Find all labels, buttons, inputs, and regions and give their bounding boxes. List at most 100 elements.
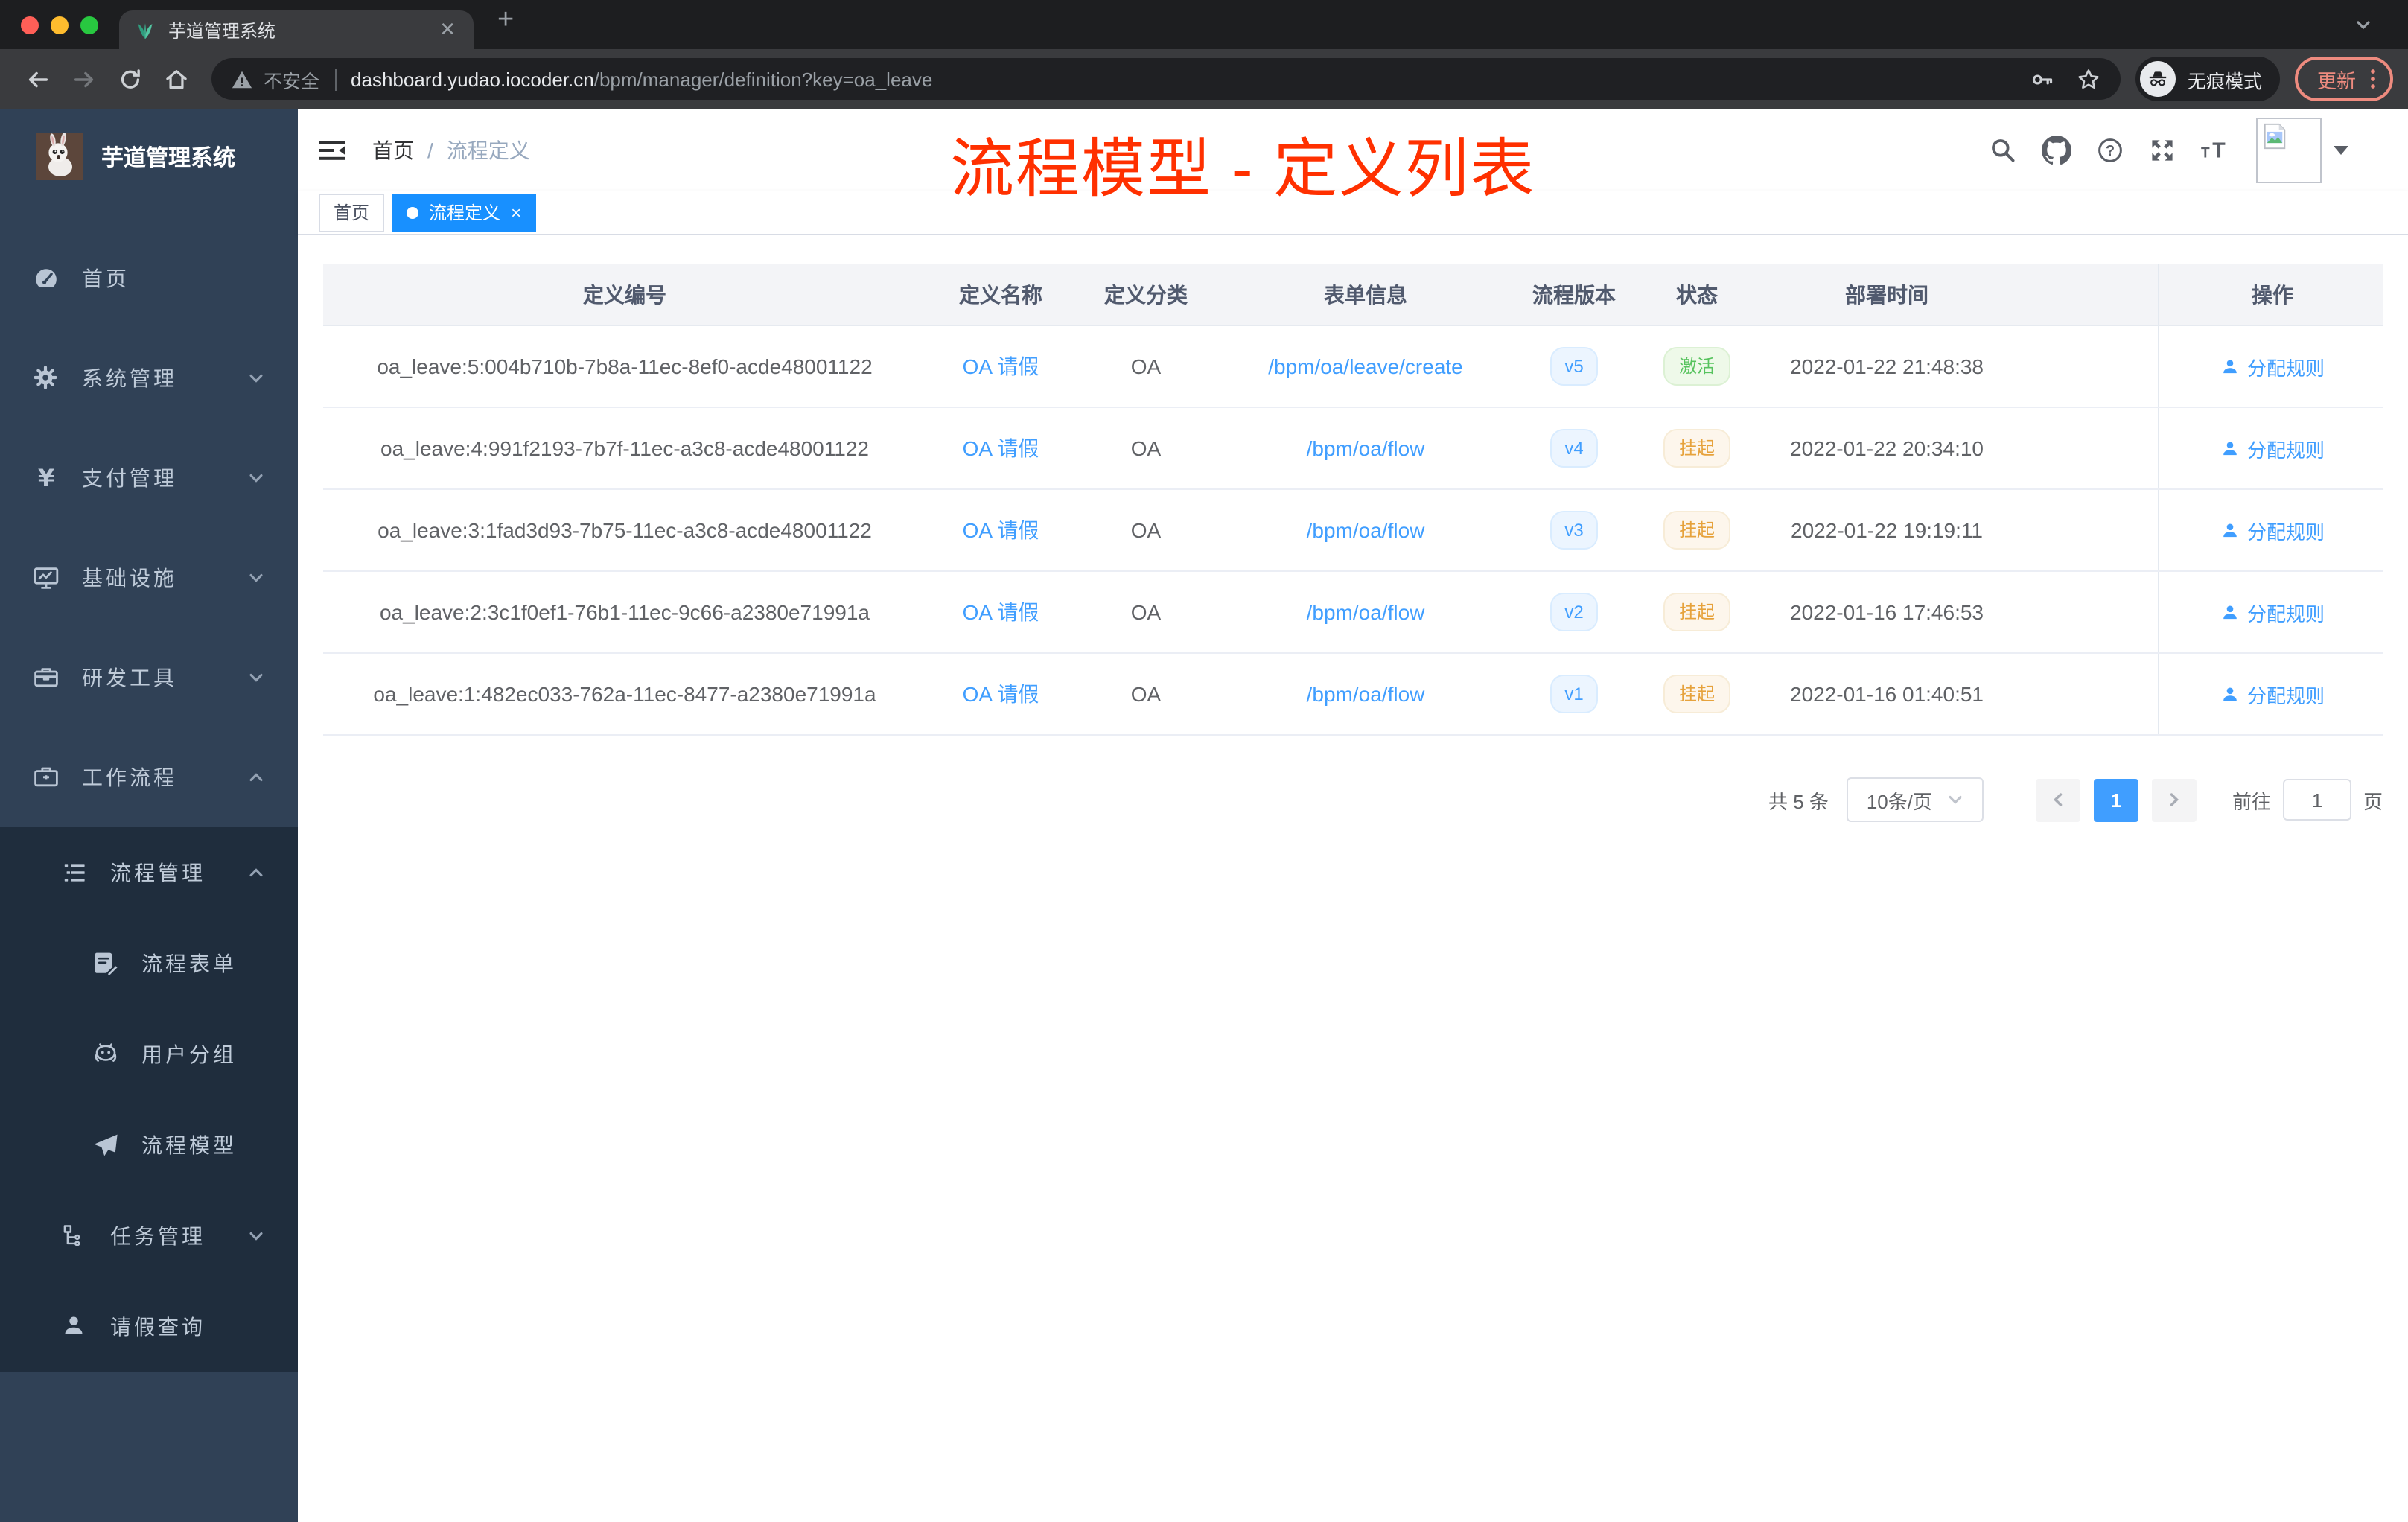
cell-id: oa_leave:5:004b710b-7b8a-11ec-8ef0-acde4…: [377, 354, 873, 378]
view-tag-label: 首页: [334, 203, 370, 223]
column-header-category: 定义分类: [1104, 282, 1188, 306]
tab-close-icon[interactable]: ✕: [436, 18, 459, 42]
sidebar-item-user-group[interactable]: 用户分组: [0, 1008, 298, 1099]
assign-rule-link[interactable]: 分配规则: [2220, 516, 2325, 544]
next-page-button[interactable]: [2151, 778, 2197, 821]
avatar-broken-image[interactable]: [2256, 117, 2322, 182]
back-icon[interactable]: [25, 66, 51, 92]
cell-version: v1: [1514, 654, 1634, 734]
cell-spacer: [2013, 572, 2158, 652]
assign-rule-link[interactable]: 分配规则: [2220, 434, 2325, 462]
column-header-spacer: [2013, 264, 2158, 325]
bookmark-star-icon[interactable]: [2076, 66, 2101, 92]
prev-page-button[interactable]: [2035, 778, 2080, 821]
cell-category: OA: [1130, 682, 1162, 706]
font-size-icon[interactable]: TT: [2201, 136, 2231, 163]
definition-name-link[interactable]: OA 请假: [963, 597, 1039, 627]
definition-name-link[interactable]: OA 请假: [963, 433, 1039, 463]
view-tag[interactable]: 流程定义 ×: [392, 193, 537, 232]
total-count-label: 共 5 条: [1768, 790, 1829, 812]
kebab-menu-icon[interactable]: [2369, 67, 2377, 91]
forward-icon[interactable]: [71, 66, 97, 92]
password-key-icon[interactable]: [2030, 66, 2055, 92]
fullscreen-icon[interactable]: [2149, 136, 2176, 163]
close-icon[interactable]: ×: [511, 202, 521, 223]
cell-name: OA 请假: [926, 326, 1075, 407]
definition-name-link[interactable]: OA 请假: [963, 679, 1039, 709]
sidebar-item-label: 支付管理: [82, 465, 177, 489]
sidebar-item-label: 工作流程: [82, 765, 177, 789]
cell-status: 挂起: [1634, 572, 1760, 652]
breadcrumb: 首页 / 流程定义: [372, 135, 530, 165]
monitor-icon: [31, 564, 60, 590]
cell-form: /bpm/oa/flow: [1217, 490, 1514, 570]
form-link[interactable]: /bpm/oa/flow: [1307, 436, 1425, 460]
window-controls: [21, 16, 98, 34]
view-tag[interactable]: 首页: [319, 193, 385, 232]
new-tab-button[interactable]: +: [497, 4, 514, 37]
definition-name-link[interactable]: OA 请假: [963, 351, 1039, 381]
close-window-button[interactable]: [21, 16, 39, 34]
table-row: oa_leave:4:991f2193-7b7f-11ec-a3c8-acde4…: [323, 408, 2383, 490]
breadcrumb-home[interactable]: 首页: [372, 135, 414, 165]
help-icon[interactable]: ?: [2097, 136, 2124, 163]
sidebar-item-task-management[interactable]: 任务管理: [0, 1190, 298, 1281]
table-body: oa_leave:5:004b710b-7b8a-11ec-8ef0-acde4…: [323, 326, 2383, 736]
version-badge: v1: [1549, 675, 1599, 713]
sidebar-item-leave-query[interactable]: 请假查询: [0, 1281, 298, 1372]
reload-icon[interactable]: [118, 66, 143, 92]
github-icon[interactable]: [2042, 135, 2071, 165]
sidebar-item-system-management[interactable]: 系统管理: [0, 328, 298, 427]
pagination: 共 5 条 10条/页 1 前往 页: [323, 777, 2383, 822]
home-icon[interactable]: [164, 66, 189, 92]
page-size-select[interactable]: 10条/页: [1846, 777, 1984, 822]
cell-spacer: [2013, 654, 2158, 734]
form-link[interactable]: /bpm/oa/flow: [1307, 682, 1425, 706]
table-header: 定义编号 定义名称 定义分类 表单信息 流程版本 状态 部署时间 操作: [323, 264, 2383, 326]
minimize-window-button[interactable]: [51, 16, 69, 34]
column-header-id: 定义编号: [583, 282, 666, 306]
sidebar-item-process-form[interactable]: 流程表单: [0, 917, 298, 1008]
sidebar-item-label: 请假查询: [110, 1314, 206, 1338]
browser-tab[interactable]: 芋道管理系统 ✕: [119, 10, 474, 49]
column-header-status: 状态: [1676, 282, 1718, 306]
sidebar-item-workflow[interactable]: 工作流程: [0, 727, 298, 827]
url-bar[interactable]: 不安全 dashboard.yudao.iocoder.cn/bpm/manag…: [211, 58, 2121, 100]
sidebar-item-home[interactable]: 首页: [0, 228, 298, 328]
maximize-window-button[interactable]: [80, 16, 98, 34]
form-link[interactable]: /bpm/oa/flow: [1307, 600, 1425, 624]
cell-action: 分配规则: [2158, 326, 2386, 407]
assign-rule-link[interactable]: 分配规则: [2220, 598, 2325, 626]
cell-version: v3: [1514, 490, 1634, 570]
cell-spacer: [2013, 326, 2158, 407]
user-icon: [2220, 602, 2240, 622]
sidebar-item-payment-management[interactable]: ¥ 支付管理: [0, 427, 298, 527]
cell-id: oa_leave:1:482ec033-762a-11ec-8477-a2380…: [373, 682, 876, 706]
cell-status: 挂起: [1634, 408, 1760, 488]
status-badge: 挂起: [1663, 593, 1730, 631]
sidebar-item-dev-tools[interactable]: 研发工具: [0, 627, 298, 727]
tab-search-chevron-icon[interactable]: [2354, 16, 2372, 34]
user-icon: [2220, 357, 2240, 376]
form-link[interactable]: /bpm/oa/leave/create: [1268, 354, 1463, 378]
caret-down-icon[interactable]: [2334, 145, 2348, 154]
cell-id: oa_leave:3:1fad3d93-7b75-11ec-a3c8-acde4…: [378, 518, 872, 542]
update-browser-button[interactable]: 更新: [2294, 57, 2393, 101]
active-dot: [407, 206, 419, 218]
sidebar-item-process-management[interactable]: 流程管理: [0, 827, 298, 917]
sidebar-item-label: 流程表单: [141, 951, 237, 975]
definition-name-link[interactable]: OA 请假: [963, 515, 1039, 545]
form-link[interactable]: /bpm/oa/flow: [1307, 518, 1425, 542]
sidebar-item-process-model[interactable]: 流程模型: [0, 1099, 298, 1190]
goto-page-input[interactable]: [2282, 779, 2351, 821]
assign-rule-link[interactable]: 分配规则: [2220, 680, 2325, 708]
page-number-button[interactable]: 1: [2093, 778, 2138, 821]
cell-action: 分配规则: [2158, 408, 2386, 488]
search-icon[interactable]: [1990, 136, 2016, 163]
assign-rule-link[interactable]: 分配规则: [2220, 352, 2325, 380]
url-host: dashboard.yudao.iocoder.cn: [351, 68, 594, 90]
cell-name: OA 请假: [926, 408, 1075, 488]
table-row: oa_leave:5:004b710b-7b8a-11ec-8ef0-acde4…: [323, 326, 2383, 408]
hamburger-icon[interactable]: [317, 135, 347, 165]
sidebar-item-infrastructure[interactable]: 基础设施: [0, 527, 298, 627]
